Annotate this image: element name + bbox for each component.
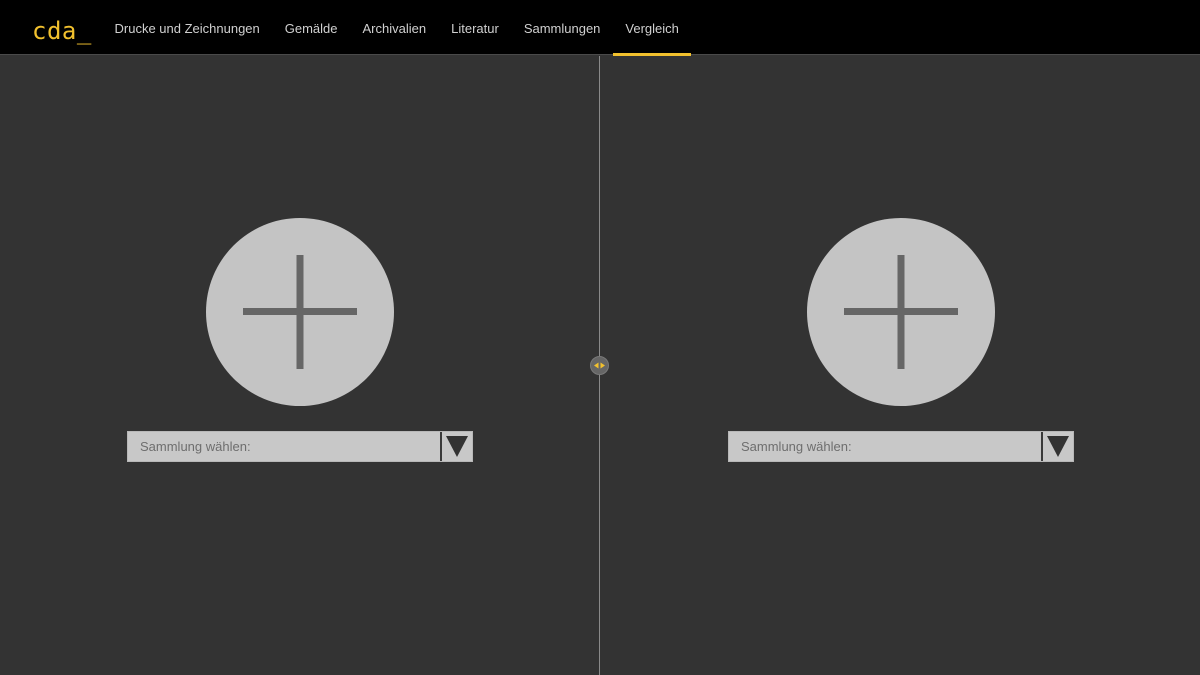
- resize-arrows-icon: [594, 362, 605, 369]
- nav-item-drucke-und-zeichnungen[interactable]: Drucke und Zeichnungen: [102, 0, 272, 55]
- collection-select-label: Sammlung wählen:: [741, 439, 852, 454]
- nav-item-literatur[interactable]: Literatur: [439, 0, 512, 55]
- collection-select-dropdown-button[interactable]: [440, 432, 472, 461]
- nav-item-sammlungen[interactable]: Sammlungen: [511, 0, 613, 55]
- main-nav: Drucke und Zeichnungen Gemälde Archivali…: [102, 0, 692, 56]
- collection-select-dropdown-button[interactable]: [1041, 432, 1073, 461]
- nav-item-gemaelde[interactable]: Gemälde: [272, 0, 350, 55]
- collection-select-left[interactable]: Sammlung wählen:: [127, 431, 473, 462]
- cda-logo[interactable]: cda_: [32, 17, 92, 45]
- triangle-down-icon: [446, 436, 468, 457]
- top-navigation-bar: cda_ Drucke und Zeichnungen Gemälde Arch…: [0, 0, 1200, 56]
- divider-drag-handle[interactable]: [590, 356, 609, 375]
- collection-select-right[interactable]: Sammlung wählen:: [728, 431, 1074, 462]
- nav-item-archivalien[interactable]: Archivalien: [350, 0, 439, 55]
- triangle-down-icon: [1047, 436, 1069, 457]
- add-object-button-left[interactable]: [206, 218, 394, 406]
- compare-pane-right: Sammlung wählen:: [600, 56, 1200, 675]
- nav-item-vergleich[interactable]: Vergleich: [612, 0, 692, 56]
- collection-select-label: Sammlung wählen:: [140, 439, 251, 454]
- plus-icon: [844, 255, 958, 369]
- add-object-button-right[interactable]: [807, 218, 995, 406]
- compare-pane-left: Sammlung wählen:: [0, 56, 600, 675]
- plus-icon: [243, 255, 357, 369]
